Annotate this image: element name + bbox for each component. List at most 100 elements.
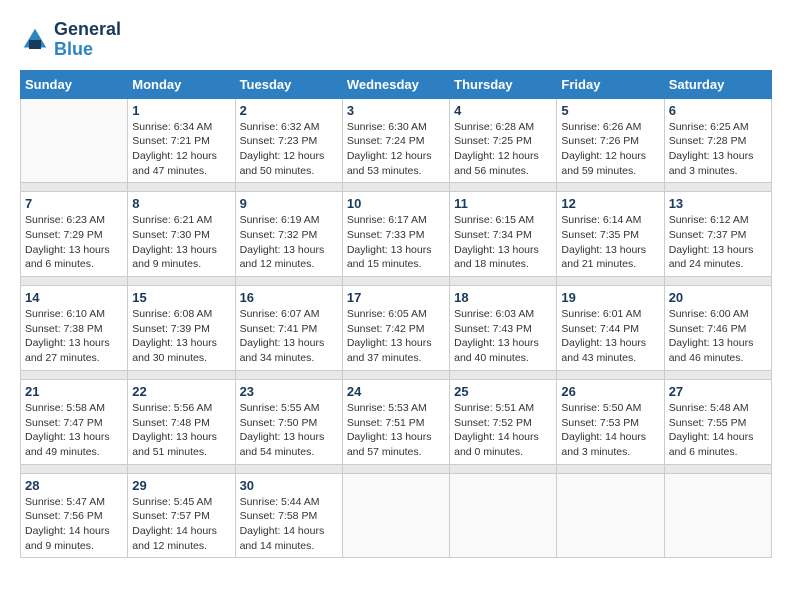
calendar-week-row: 14 Sunrise: 6:10 AMSunset: 7:38 PMDaylig…: [21, 286, 772, 371]
day-number: 10: [347, 196, 445, 211]
day-info: Sunrise: 6:32 AMSunset: 7:23 PMDaylight:…: [240, 120, 338, 179]
day-number: 30: [240, 478, 338, 493]
day-number: 22: [132, 384, 230, 399]
day-number: 4: [454, 103, 552, 118]
day-number: 2: [240, 103, 338, 118]
logo-icon: [20, 25, 50, 55]
logo: General Blue: [20, 20, 121, 60]
day-info: Sunrise: 6:08 AMSunset: 7:39 PMDaylight:…: [132, 307, 230, 366]
day-number: 13: [669, 196, 767, 211]
day-info: Sunrise: 6:14 AMSunset: 7:35 PMDaylight:…: [561, 213, 659, 272]
calendar-day-cell: 23 Sunrise: 5:55 AMSunset: 7:50 PMDaylig…: [235, 379, 342, 464]
day-info: Sunrise: 6:10 AMSunset: 7:38 PMDaylight:…: [25, 307, 123, 366]
calendar-day-cell: 2 Sunrise: 6:32 AMSunset: 7:23 PMDayligh…: [235, 98, 342, 183]
day-number: 25: [454, 384, 552, 399]
day-info: Sunrise: 6:05 AMSunset: 7:42 PMDaylight:…: [347, 307, 445, 366]
day-info: Sunrise: 6:34 AMSunset: 7:21 PMDaylight:…: [132, 120, 230, 179]
calendar-day-cell: 14 Sunrise: 6:10 AMSunset: 7:38 PMDaylig…: [21, 286, 128, 371]
calendar-day-cell: 11 Sunrise: 6:15 AMSunset: 7:34 PMDaylig…: [450, 192, 557, 277]
calendar-day-cell: 20 Sunrise: 6:00 AMSunset: 7:46 PMDaylig…: [664, 286, 771, 371]
calendar-day-cell: 24 Sunrise: 5:53 AMSunset: 7:51 PMDaylig…: [342, 379, 449, 464]
day-info: Sunrise: 6:30 AMSunset: 7:24 PMDaylight:…: [347, 120, 445, 179]
day-info: Sunrise: 5:51 AMSunset: 7:52 PMDaylight:…: [454, 401, 552, 460]
calendar-day-cell: 15 Sunrise: 6:08 AMSunset: 7:39 PMDaylig…: [128, 286, 235, 371]
day-number: 17: [347, 290, 445, 305]
day-number: 12: [561, 196, 659, 211]
calendar-day-cell: 30 Sunrise: 5:44 AMSunset: 7:58 PMDaylig…: [235, 473, 342, 558]
weekday-header: Wednesday: [342, 70, 449, 98]
calendar-day-cell: 4 Sunrise: 6:28 AMSunset: 7:25 PMDayligh…: [450, 98, 557, 183]
day-info: Sunrise: 6:07 AMSunset: 7:41 PMDaylight:…: [240, 307, 338, 366]
day-info: Sunrise: 6:26 AMSunset: 7:26 PMDaylight:…: [561, 120, 659, 179]
day-info: Sunrise: 6:19 AMSunset: 7:32 PMDaylight:…: [240, 213, 338, 272]
calendar-day-cell: 17 Sunrise: 6:05 AMSunset: 7:42 PMDaylig…: [342, 286, 449, 371]
logo-text: General Blue: [54, 20, 121, 60]
day-number: 27: [669, 384, 767, 399]
day-number: 20: [669, 290, 767, 305]
calendar-day-cell: 8 Sunrise: 6:21 AMSunset: 7:30 PMDayligh…: [128, 192, 235, 277]
weekday-header: Friday: [557, 70, 664, 98]
day-info: Sunrise: 5:58 AMSunset: 7:47 PMDaylight:…: [25, 401, 123, 460]
calendar-day-cell: 13 Sunrise: 6:12 AMSunset: 7:37 PMDaylig…: [664, 192, 771, 277]
day-number: 19: [561, 290, 659, 305]
calendar-day-cell: 16 Sunrise: 6:07 AMSunset: 7:41 PMDaylig…: [235, 286, 342, 371]
day-info: Sunrise: 6:21 AMSunset: 7:30 PMDaylight:…: [132, 213, 230, 272]
day-number: 11: [454, 196, 552, 211]
calendar-day-cell: 12 Sunrise: 6:14 AMSunset: 7:35 PMDaylig…: [557, 192, 664, 277]
calendar-week-row: 28 Sunrise: 5:47 AMSunset: 7:56 PMDaylig…: [21, 473, 772, 558]
calendar-day-cell: 22 Sunrise: 5:56 AMSunset: 7:48 PMDaylig…: [128, 379, 235, 464]
calendar-day-cell: 10 Sunrise: 6:17 AMSunset: 7:33 PMDaylig…: [342, 192, 449, 277]
calendar-day-cell: 19 Sunrise: 6:01 AMSunset: 7:44 PMDaylig…: [557, 286, 664, 371]
calendar-week-row: 7 Sunrise: 6:23 AMSunset: 7:29 PMDayligh…: [21, 192, 772, 277]
week-separator: [21, 464, 772, 473]
day-info: Sunrise: 6:28 AMSunset: 7:25 PMDaylight:…: [454, 120, 552, 179]
day-info: Sunrise: 5:55 AMSunset: 7:50 PMDaylight:…: [240, 401, 338, 460]
day-number: 5: [561, 103, 659, 118]
weekday-header: Monday: [128, 70, 235, 98]
week-separator: [21, 183, 772, 192]
day-info: Sunrise: 6:15 AMSunset: 7:34 PMDaylight:…: [454, 213, 552, 272]
calendar-day-cell: 29 Sunrise: 5:45 AMSunset: 7:57 PMDaylig…: [128, 473, 235, 558]
calendar-day-cell: 1 Sunrise: 6:34 AMSunset: 7:21 PMDayligh…: [128, 98, 235, 183]
day-number: 8: [132, 196, 230, 211]
day-number: 21: [25, 384, 123, 399]
week-separator: [21, 277, 772, 286]
day-info: Sunrise: 5:45 AMSunset: 7:57 PMDaylight:…: [132, 495, 230, 554]
day-number: 28: [25, 478, 123, 493]
calendar-week-row: 1 Sunrise: 6:34 AMSunset: 7:21 PMDayligh…: [21, 98, 772, 183]
calendar-day-cell: 25 Sunrise: 5:51 AMSunset: 7:52 PMDaylig…: [450, 379, 557, 464]
weekday-header: Sunday: [21, 70, 128, 98]
day-number: 15: [132, 290, 230, 305]
day-number: 16: [240, 290, 338, 305]
calendar-day-cell: 7 Sunrise: 6:23 AMSunset: 7:29 PMDayligh…: [21, 192, 128, 277]
calendar-day-cell: [450, 473, 557, 558]
day-info: Sunrise: 5:47 AMSunset: 7:56 PMDaylight:…: [25, 495, 123, 554]
day-info: Sunrise: 6:17 AMSunset: 7:33 PMDaylight:…: [347, 213, 445, 272]
calendar-day-cell: 3 Sunrise: 6:30 AMSunset: 7:24 PMDayligh…: [342, 98, 449, 183]
calendar-table: SundayMondayTuesdayWednesdayThursdayFrid…: [20, 70, 772, 559]
calendar-day-cell: 5 Sunrise: 6:26 AMSunset: 7:26 PMDayligh…: [557, 98, 664, 183]
calendar-day-cell: [557, 473, 664, 558]
calendar-day-cell: 9 Sunrise: 6:19 AMSunset: 7:32 PMDayligh…: [235, 192, 342, 277]
day-number: 3: [347, 103, 445, 118]
calendar-day-cell: 26 Sunrise: 5:50 AMSunset: 7:53 PMDaylig…: [557, 379, 664, 464]
day-number: 1: [132, 103, 230, 118]
weekday-header: Thursday: [450, 70, 557, 98]
calendar-day-cell: [21, 98, 128, 183]
calendar-day-cell: 28 Sunrise: 5:47 AMSunset: 7:56 PMDaylig…: [21, 473, 128, 558]
day-info: Sunrise: 6:12 AMSunset: 7:37 PMDaylight:…: [669, 213, 767, 272]
calendar-day-cell: [342, 473, 449, 558]
day-number: 7: [25, 196, 123, 211]
day-info: Sunrise: 6:23 AMSunset: 7:29 PMDaylight:…: [25, 213, 123, 272]
calendar-day-cell: 21 Sunrise: 5:58 AMSunset: 7:47 PMDaylig…: [21, 379, 128, 464]
calendar-day-cell: [664, 473, 771, 558]
day-number: 14: [25, 290, 123, 305]
day-info: Sunrise: 6:25 AMSunset: 7:28 PMDaylight:…: [669, 120, 767, 179]
day-info: Sunrise: 6:01 AMSunset: 7:44 PMDaylight:…: [561, 307, 659, 366]
day-number: 29: [132, 478, 230, 493]
weekday-header: Saturday: [664, 70, 771, 98]
day-info: Sunrise: 5:53 AMSunset: 7:51 PMDaylight:…: [347, 401, 445, 460]
day-number: 9: [240, 196, 338, 211]
day-info: Sunrise: 5:48 AMSunset: 7:55 PMDaylight:…: [669, 401, 767, 460]
calendar-week-row: 21 Sunrise: 5:58 AMSunset: 7:47 PMDaylig…: [21, 379, 772, 464]
